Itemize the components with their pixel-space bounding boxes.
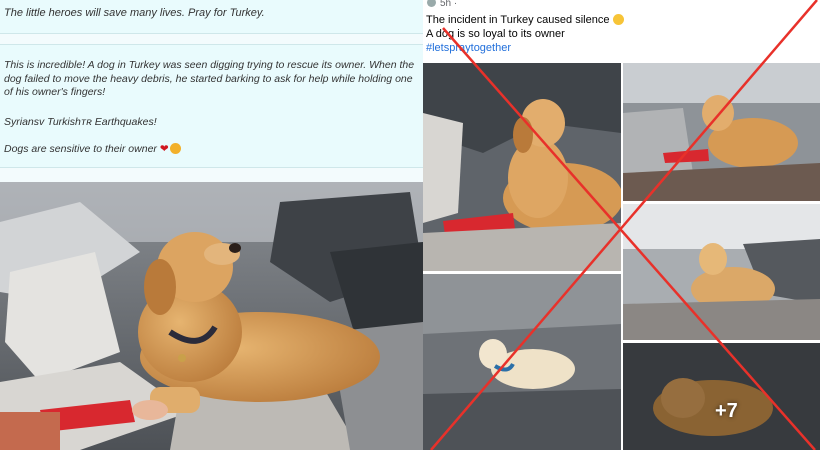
dog-rubble-photo (0, 182, 423, 450)
post-tagline: Syriansᴠ Turkishᴛʀ Earthquakes! (4, 116, 157, 128)
smile-emoji-icon (169, 143, 181, 154)
heart-icon: ❤ (159, 143, 169, 155)
top-line-text: The little heroes will save many lives. … (4, 7, 265, 19)
right-post-screenshot: 5h · The incident in Turkey caused silen… (423, 0, 820, 450)
red-cross-mark-icon (430, 0, 818, 450)
post-closing: Dogs are sensitive to their owner ❤ (4, 143, 420, 157)
top-text-bar: The little heroes will save many lives. … (0, 0, 423, 34)
closing-text: Dogs are sensitive to their owner (4, 143, 157, 155)
post-paragraph: This is incredible! A dog in Turkey was … (4, 59, 415, 98)
left-post-screenshot: The little heroes will save many lives. … (0, 0, 423, 450)
post-body: This is incredible! A dog in Turkey was … (0, 44, 423, 168)
